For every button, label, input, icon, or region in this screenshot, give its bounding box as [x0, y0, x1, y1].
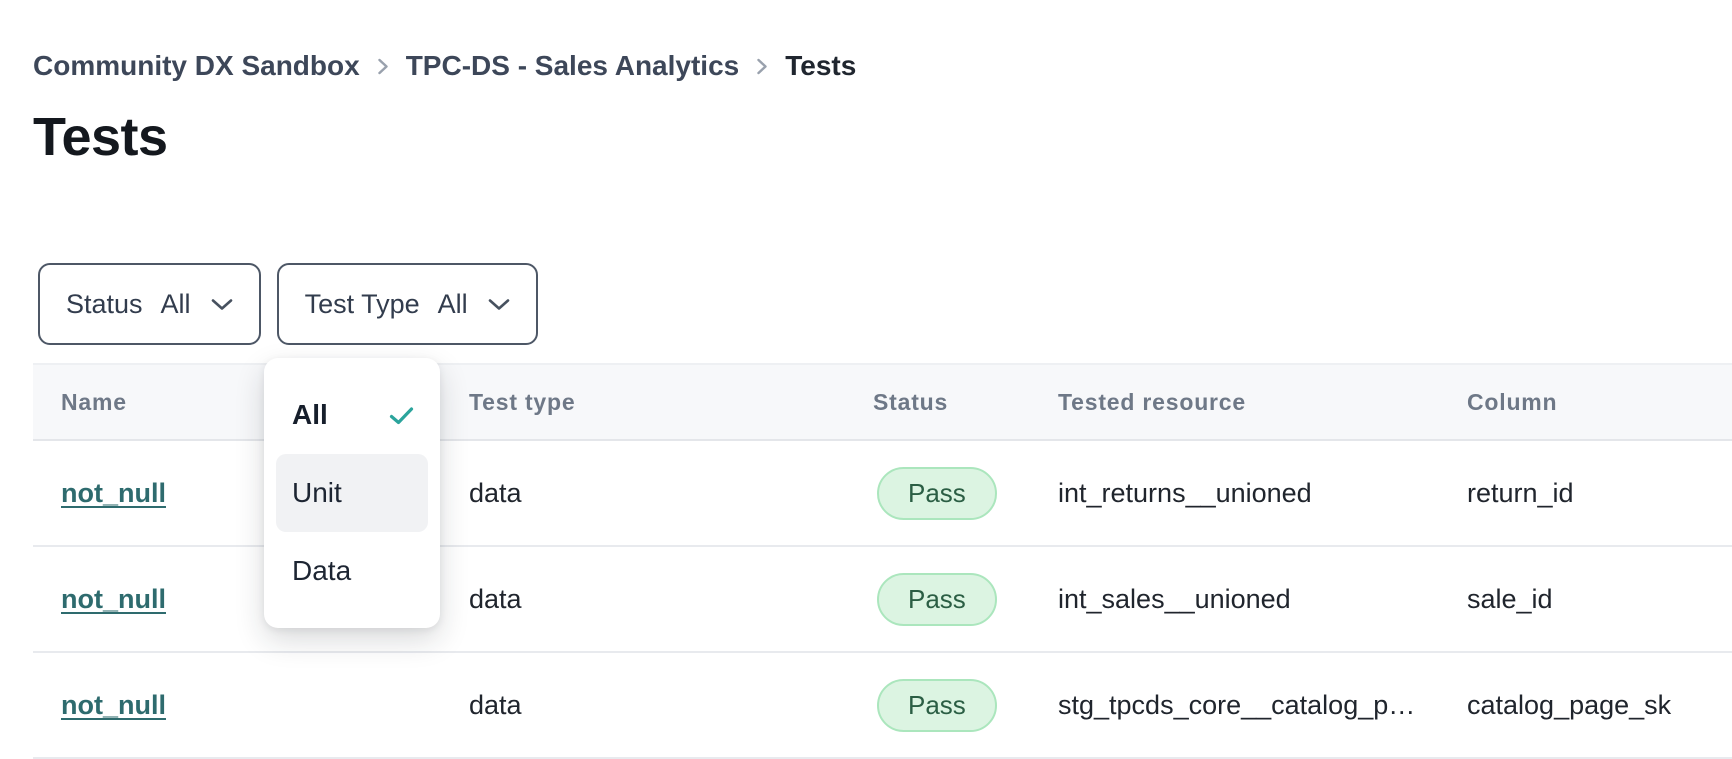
- breadcrumb-item-environment[interactable]: TPC-DS - Sales Analytics: [406, 50, 740, 82]
- test-name-link[interactable]: not_null: [61, 584, 166, 614]
- page-title: Tests: [33, 106, 168, 168]
- chevron-down-icon: [488, 298, 510, 311]
- filter-bar: Status All Test Type All: [38, 263, 538, 345]
- test-type-filter-value: All: [438, 289, 468, 320]
- column-cell: sale_id: [1467, 584, 1732, 615]
- chevron-right-icon: [756, 56, 768, 77]
- chevron-down-icon: [211, 298, 233, 311]
- dropdown-option-label: All: [292, 399, 328, 431]
- status-filter-value: All: [161, 289, 191, 320]
- column-header-test-type: Test type: [469, 389, 873, 416]
- column-header-tested-resource: Tested resource: [1058, 389, 1467, 416]
- test-type-filter-label: Test Type: [305, 289, 420, 320]
- column-header-status: Status: [873, 389, 1058, 416]
- test-type-cell: data: [469, 690, 873, 721]
- breadcrumb: Community DX Sandbox TPC-DS - Sales Anal…: [33, 50, 856, 82]
- breadcrumb-item-tests: Tests: [785, 50, 856, 82]
- column-cell: return_id: [1467, 478, 1732, 509]
- status-badge-pass: Pass: [877, 573, 997, 626]
- test-name-link[interactable]: not_null: [61, 478, 166, 508]
- dropdown-option-unit[interactable]: Unit: [276, 454, 428, 532]
- status-badge-pass: Pass: [877, 467, 997, 520]
- tested-resource-cell: stg_tpcds_core__catalog_p…: [1058, 690, 1467, 721]
- breadcrumb-item-project[interactable]: Community DX Sandbox: [33, 50, 360, 82]
- test-type-cell: data: [469, 478, 873, 509]
- dropdown-option-data[interactable]: Data: [276, 532, 428, 610]
- table-row: not_null data Pass stg_tpcds_core__catal…: [33, 653, 1732, 759]
- test-name-link[interactable]: not_null: [61, 690, 166, 720]
- dropdown-option-label: Unit: [292, 477, 342, 509]
- status-badge-pass: Pass: [877, 679, 997, 732]
- status-filter-button[interactable]: Status All: [38, 263, 261, 345]
- test-type-cell: data: [469, 584, 873, 615]
- test-type-filter-button[interactable]: Test Type All: [277, 263, 538, 345]
- tested-resource-cell: int_returns__unioned: [1058, 478, 1467, 509]
- chevron-right-icon: [377, 56, 389, 77]
- status-filter-label: Status: [66, 289, 143, 320]
- tested-resource-cell: int_sales__unioned: [1058, 584, 1467, 615]
- check-icon: [389, 406, 414, 425]
- dropdown-option-label: Data: [292, 555, 351, 587]
- dropdown-option-all[interactable]: All: [276, 376, 428, 454]
- column-header-column: Column: [1467, 389, 1732, 416]
- test-type-dropdown-menu: All Unit Data: [264, 358, 440, 628]
- column-cell: catalog_page_sk: [1467, 690, 1732, 721]
